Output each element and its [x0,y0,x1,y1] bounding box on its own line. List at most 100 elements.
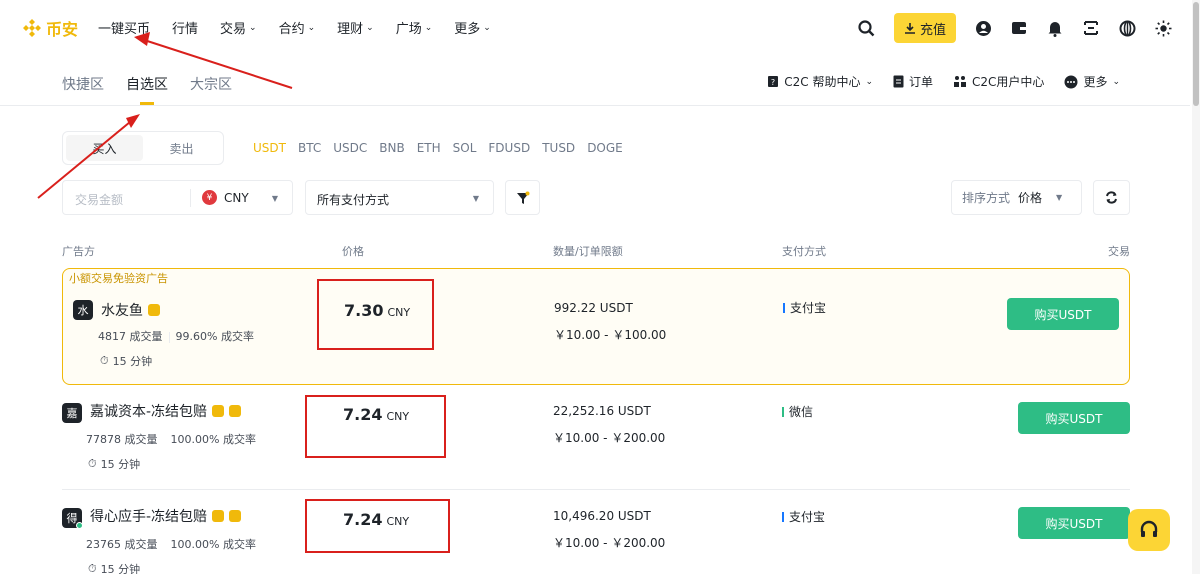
col-header-advertiser: 广告方 [62,245,95,258]
coin-tab-btc[interactable]: BTC [298,141,321,155]
buy-usdt-button[interactable]: 购买USDT [1018,507,1130,539]
nav-item-more[interactable]: 更多 ⌄ [454,18,491,37]
filter-icon [516,191,529,204]
buy-usdt-button[interactable]: 购买USDT [1007,298,1119,330]
advertiser-name[interactable]: 得心应手-冻结包赔 [90,506,242,526]
amount-input[interactable]: 交易金额 ¥ CNY ▼ [62,180,293,215]
available-qty: 22,252.16 USDT [553,404,651,418]
coin-tab-eth[interactable]: ETH [417,141,441,155]
payment-color-bar [782,511,784,522]
fiat-selector[interactable]: ¥ CNY [202,190,249,205]
verified-badge-icon [212,510,225,522]
payment-method-select[interactable]: 所有支付方式 ▼ [305,180,494,215]
shield-badge-icon [229,510,242,522]
advertiser-name[interactable]: 水友鱼 [101,300,160,320]
payment-time-text: 15 分钟 [112,355,153,368]
nav-item-futures[interactable]: 合约 ⌄ [279,18,316,37]
payment-method: 微信 [782,403,813,420]
payment-method-text: 支付宝 [790,301,827,315]
verified-badge-icon [148,304,160,316]
bell-icon[interactable] [1046,19,1064,37]
avatar[interactable]: 水 [73,300,93,320]
refresh-icon [1106,191,1117,204]
payment-color-bar [783,302,785,313]
payment-method: 支付宝 [783,299,826,316]
brand-name: 币安 [46,20,79,39]
nav-item-markets[interactable]: 行情 [172,18,198,37]
more-dots-icon [1064,75,1078,88]
users-icon [954,76,967,87]
tab-block[interactable]: 大宗区 [190,74,232,94]
nav-item-trade[interactable]: 交易 ⌄ [220,18,257,37]
more-menu[interactable]: 更多 ⌄ [1064,73,1120,90]
avatar[interactable]: 嘉 [62,403,82,423]
orders-icon [893,75,904,88]
advertiser-name[interactable]: 嘉诚资本-冻结包赔 [90,401,242,421]
globe-icon[interactable] [1118,19,1136,37]
orders-link[interactable]: 订单 [893,73,933,90]
scrollbar-thumb[interactable] [1193,2,1199,106]
deposit-button[interactable]: 充值 [893,13,956,43]
order-limit: ￥10.00 - ￥200.00 [553,536,666,550]
sort-select[interactable]: 排序方式 价格 ▼ [951,180,1082,215]
coin-tab-tusd[interactable]: TUSD [542,141,575,155]
tab-express[interactable]: 快捷区 [62,74,104,94]
nav-item-square[interactable]: 广场 ⌄ [396,18,433,37]
nav-item-quick-buy[interactable]: 一键买币 [98,18,150,37]
advertiser-stats: 4817 成交量 99.60% 成交率 [98,328,254,344]
buy-usdt-button[interactable]: 购买USDT [1018,402,1130,434]
nav-label: 行情 [172,22,199,37]
verified-badge-icon [212,405,225,417]
sort-value: 价格 [1018,191,1043,205]
help-center-link[interactable]: ? C2C 帮助中心 ⌄ [767,73,873,90]
coin-tab-bnb[interactable]: BNB [379,141,404,155]
brand-logo[interactable]: 币安 [22,16,78,40]
filter-button[interactable] [505,180,540,215]
refresh-button[interactable] [1093,180,1130,215]
support-chat-button[interactable] [1128,509,1170,551]
sub-navbar: 快捷区 自选区 大宗区 ? C2C 帮助中心 ⌄ 订单 C2C用户中心 更多 ⌄ [0,56,1190,106]
nav-label: 合约 [278,22,305,37]
theme-icon[interactable] [1154,19,1172,37]
coin-tab-usdc[interactable]: USDC [333,141,367,155]
user-center-link[interactable]: C2C用户中心 [953,73,1044,90]
sell-tab[interactable]: 卖出 [143,135,220,161]
chevron-down-icon: ⌄ [307,22,316,33]
caret-down-icon: ▼ [1056,193,1063,202]
available-qty: 992.22 USDT [554,301,633,315]
tab-p2p[interactable]: 自选区 [126,74,168,105]
coin-tab-usdt[interactable]: USDT [253,141,286,155]
order-limit: ￥10.00 - ￥200.00 [553,431,666,445]
download-app-icon[interactable] [1082,19,1100,37]
buy-tab[interactable]: 买入 [66,135,143,161]
orders-label: 订单 [909,75,934,89]
page-scrollbar[interactable] [1192,0,1200,574]
caret-down-icon: ▼ [271,194,278,203]
divider [164,540,165,551]
more-label: 更多 [1083,75,1108,89]
promo-tag: 小额交易免验资广告 [69,272,168,285]
top-navbar: 币安 一键买币 行情 交易 ⌄ 合约 ⌄ 理财 ⌄ 广场 ⌄ 更多 ⌄ 充值 [0,0,1200,56]
orders-count: 4817 成交量 [98,330,163,343]
payment-method: 支付宝 [782,508,825,525]
svg-text:?: ? [771,78,775,87]
table-row: 小额交易免验资广告 水 水友鱼 4817 成交量 99.60% 成交率 ⏱ 15 分… [62,268,1130,385]
coin-tab-fdusd[interactable]: FDUSD [488,141,530,155]
nav-label: 更多 [454,22,481,37]
table-row: 嘉 嘉诚资本-冻结包赔 77878 成交量 100.00% 成交率 ⏱ 15 分钟 … [62,385,1130,490]
nav-item-earn[interactable]: 理财 ⌄ [337,18,374,37]
advertiser-name-text: 得心应手-冻结包赔 [90,509,208,525]
coin-tab-doge[interactable]: DOGE [587,141,623,155]
available-qty: 10,496.20 USDT [553,509,651,523]
payment-color-bar [782,406,784,417]
timer-icon: ⏱ [100,354,109,367]
payment-time: ⏱ 15 分钟 [88,456,140,472]
payment-time-text: 15 分钟 [100,563,141,574]
col-header-qty: 数量/订单限额 [553,245,623,258]
coin-tab-sol[interactable]: SOL [453,141,477,155]
coin-selector: USDT BTC USDC BNB ETH SOL FDUSD TUSD DOG… [253,141,623,155]
col-header-trade: 交易 [1108,245,1130,258]
search-icon[interactable] [858,19,876,37]
wallet-icon[interactable] [1010,19,1028,37]
user-icon[interactable] [974,19,992,37]
